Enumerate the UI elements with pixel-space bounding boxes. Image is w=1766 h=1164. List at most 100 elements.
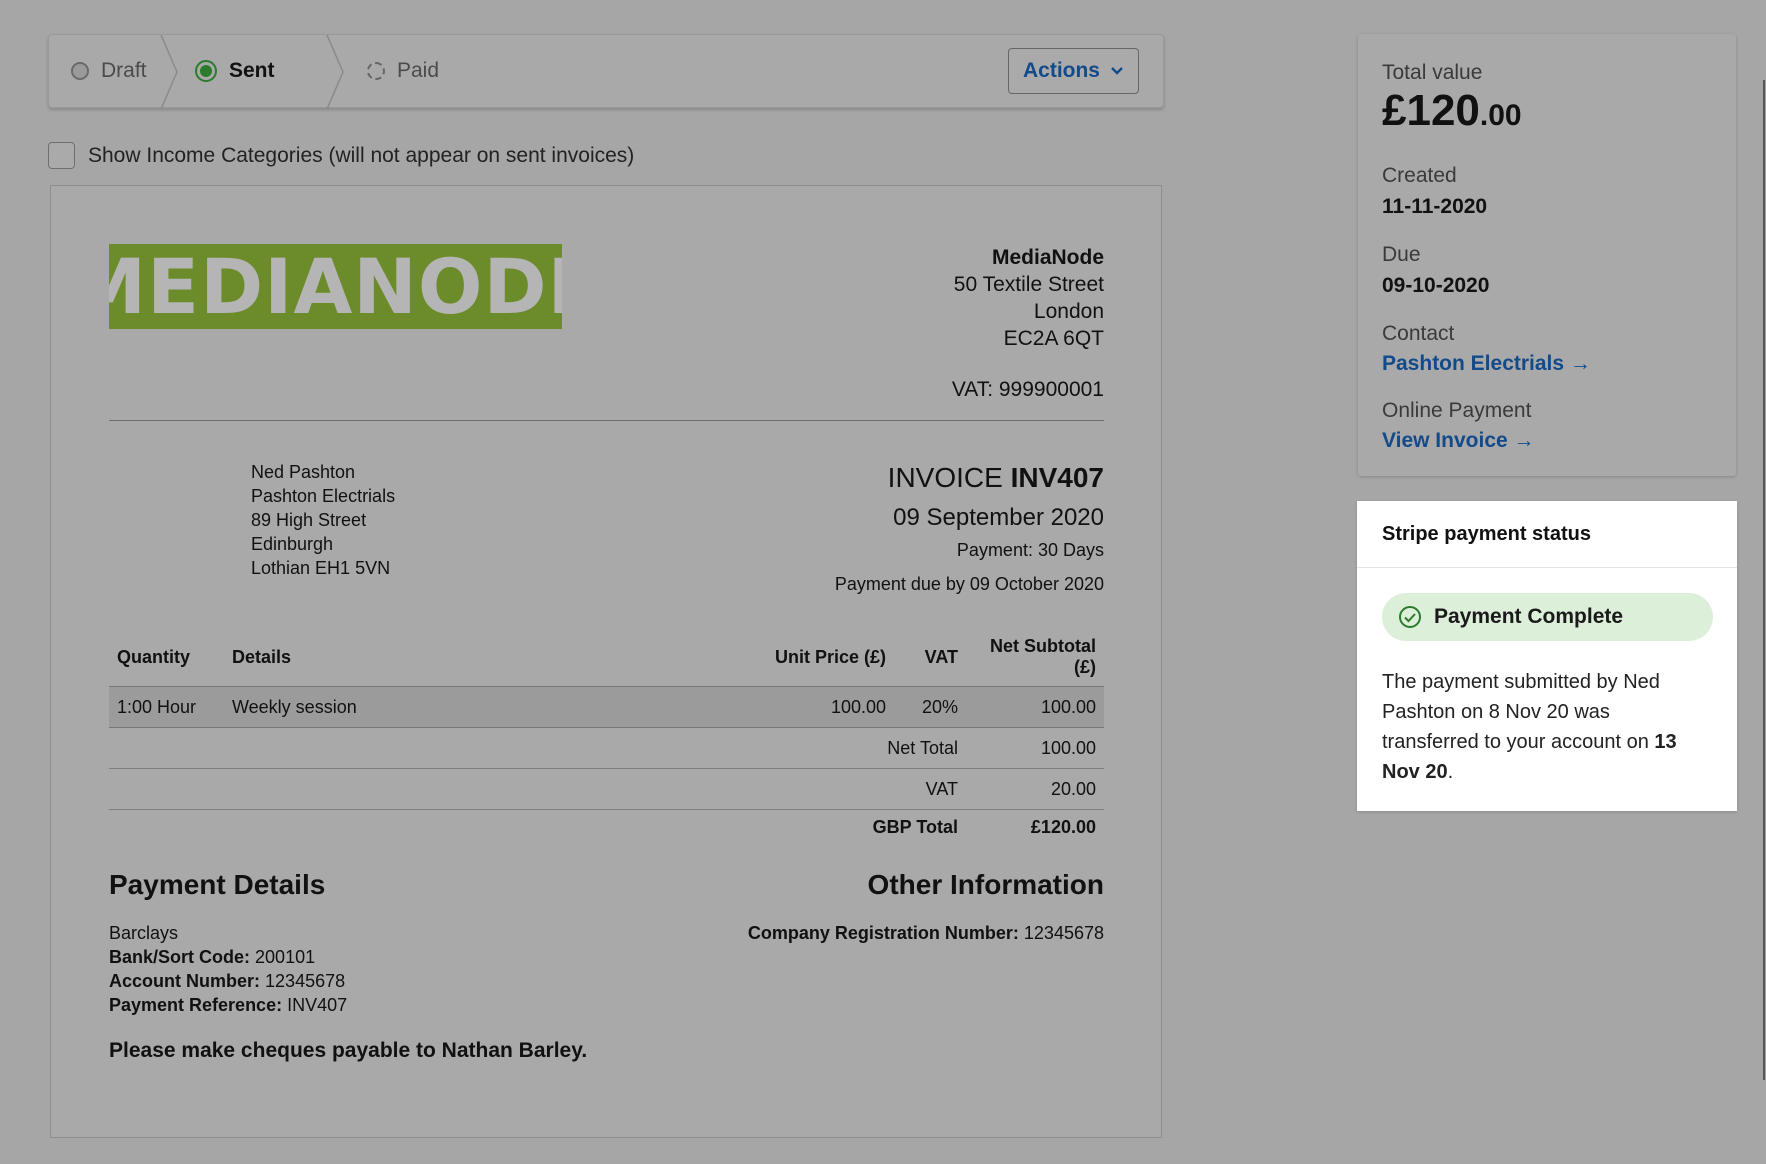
logo-text: MEDIANODE [109, 244, 562, 329]
company-registration-value: 12345678 [1023, 923, 1104, 943]
company-city: London [1033, 300, 1104, 323]
contact-block: Contact Pashton Electrials → [1382, 321, 1712, 376]
status-step-draft[interactable]: Draft [71, 35, 147, 107]
company-vat: VAT: 999900001 [951, 378, 1104, 401]
recipient-line: 89 High Street [251, 510, 367, 530]
recipient-line: Edinburgh [251, 534, 334, 554]
chevron-divider-icon [160, 35, 178, 109]
gbp-total-value: £120.00 [1030, 817, 1096, 838]
due-label: Due [1382, 243, 1421, 266]
account-number-value: 12345678 [265, 971, 346, 991]
payment-details-heading: Payment Details [109, 869, 326, 900]
company-registration-label: Company Registration Number: [747, 923, 1019, 943]
online-payment-label: Online Payment [1382, 399, 1532, 422]
income-categories-row: Show Income Categories (will not appear … [48, 142, 634, 169]
invoice-status-bar: Draft Sent Paid Actions [48, 34, 1164, 109]
status-step-label: Sent [229, 59, 275, 82]
company-street: 50 Textile Street [953, 273, 1104, 296]
total-value-label: Total value [1382, 61, 1483, 84]
vat-total-row: VAT 20.00 [109, 768, 1104, 810]
payment-due-date: Payment due by 09 October 2020 [834, 574, 1104, 594]
cell-vat: 20% [894, 686, 966, 728]
company-name: MediaNode [991, 246, 1104, 269]
gbp-total-row: GBP Total £120.00 [109, 810, 1104, 846]
window-edge-divider [1763, 80, 1765, 1080]
vat-total-value: 20.00 [966, 768, 1104, 810]
payment-reference-value: INV407 [287, 995, 348, 1015]
check-circle-icon [1399, 606, 1421, 628]
stripe-payment-status-card: Stripe payment status Payment Complete T… [1357, 501, 1737, 811]
step-circle-icon [71, 62, 89, 80]
column-header-unit-price: Unit Price (£) [774, 646, 886, 667]
payment-details-section: Payment Details Barclays Bank/Sort Code:… [109, 869, 587, 1063]
header-divider [109, 420, 1104, 421]
account-number-line: Account Number: 12345678 [109, 969, 587, 993]
contact-link[interactable]: Pashton Electrials → [1382, 352, 1712, 376]
total-value-decimal: .00 [1479, 99, 1522, 132]
created-block: Created 11-11-2020 [1382, 163, 1712, 220]
column-header-details: Details [232, 646, 292, 667]
invoice-summary-panel: Total value £120.00 Created 11-11-2020 D… [1358, 34, 1736, 476]
chevron-down-icon [1111, 67, 1123, 75]
sort-code-line: Bank/Sort Code: 200101 [109, 945, 587, 969]
invoice-document: MEDIANODE MediaNode 50 Textile Street Lo… [50, 185, 1162, 1138]
recipient-line: Pashton Electrials [251, 486, 396, 506]
cell-net-subtotal: 100.00 [966, 686, 1104, 728]
status-step-sent[interactable]: Sent [195, 35, 275, 107]
company-address: MediaNode 50 Textile Street London EC2A … [952, 244, 1104, 403]
cheque-note: Please make cheques payable to Nathan Ba… [109, 1039, 588, 1062]
due-block: Due 09-10-2020 [1382, 242, 1712, 299]
payment-terms: Payment: 30 Days [956, 540, 1104, 560]
payment-complete-label: Payment Complete [1434, 605, 1624, 628]
created-label: Created [1382, 164, 1457, 187]
net-total-row: Net Total 100.00 [109, 727, 1104, 769]
company-postcode: EC2A 6QT [1003, 327, 1104, 350]
status-step-label: Paid [397, 59, 440, 82]
payment-reference-line: Payment Reference: INV407 [109, 993, 587, 1017]
column-header-net-subtotal: Net Subtotal (£) [990, 636, 1096, 677]
stripe-card-title: Stripe payment status [1357, 501, 1737, 568]
bank-name: Barclays [109, 923, 179, 943]
total-value-main: £120 [1382, 86, 1480, 135]
invoice-number: INV407 [1010, 462, 1104, 493]
recipient-line: Ned Pashton [251, 462, 356, 482]
recipient-address: Ned Pashton Pashton Electrials 89 High S… [251, 460, 395, 580]
income-categories-checkbox[interactable] [48, 142, 75, 169]
step-dashed-circle-icon [367, 62, 385, 80]
actions-label: Actions [1022, 59, 1100, 82]
message-text: The payment submitted by Ned Pashton on … [1382, 671, 1660, 753]
payment-complete-badge: Payment Complete [1382, 593, 1713, 641]
invoice-header: INVOICE INV407 09 September 2020 Payment… [835, 462, 1104, 595]
other-information-section: Other Information Company Registration N… [748, 869, 1104, 945]
gbp-total-label: GBP Total [872, 817, 958, 838]
due-date: 09-10-2020 [1382, 274, 1490, 297]
online-payment-block: Online Payment View Invoice → [1382, 398, 1712, 453]
net-total-label: Net Total [109, 727, 966, 769]
chevron-divider-icon [326, 35, 344, 109]
line-items-table: Quantity Details Unit Price (£) VAT Net … [109, 636, 1104, 846]
invoice-date: 09 September 2020 [893, 504, 1104, 531]
net-total-value: 100.00 [966, 727, 1104, 769]
sort-code-value: 200101 [255, 947, 316, 967]
sort-code-label: Bank/Sort Code: [109, 947, 251, 967]
recipient-line: Lothian EH1 5VN [251, 558, 391, 578]
actions-button[interactable]: Actions [1007, 48, 1139, 94]
view-invoice-link[interactable]: View Invoice → [1382, 429, 1712, 453]
payment-reference-label: Payment Reference: [109, 995, 283, 1015]
total-value-block: Total value £120.00 [1382, 60, 1712, 141]
column-header-vat: VAT [924, 646, 958, 667]
company-registration-line: Company Registration Number: 12345678 [748, 921, 1104, 945]
status-step-label: Draft [101, 59, 147, 82]
contact-label: Contact [1382, 322, 1455, 345]
other-information-heading: Other Information [867, 869, 1104, 900]
cell-unit-price: 100.00 [724, 686, 894, 728]
step-active-circle-icon [195, 60, 217, 82]
status-step-paid[interactable]: Paid [367, 35, 439, 107]
invoice-title-prefix: INVOICE [887, 462, 1003, 493]
account-number-label: Account Number: [109, 971, 261, 991]
invoice-title: INVOICE INV407 [835, 462, 1104, 494]
income-categories-label: Show Income Categories (will not appear … [88, 143, 635, 167]
cell-quantity: 1:00 Hour [109, 686, 224, 728]
cell-details: Weekly session [224, 686, 724, 728]
vat-total-label: VAT [109, 768, 966, 810]
